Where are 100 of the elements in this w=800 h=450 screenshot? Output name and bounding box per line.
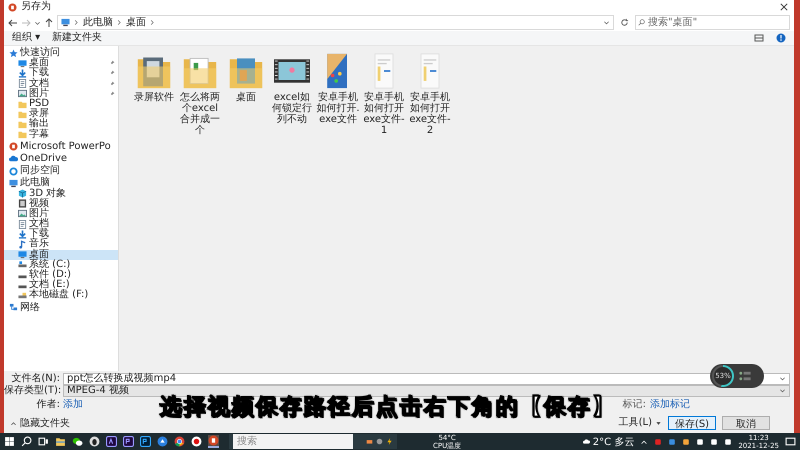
navigation-item[interactable]: 桌面 [4,250,118,260]
navigation-item[interactable]: 本地磁盘 (F:) [4,290,118,300]
view-options-icon[interactable] [754,33,764,43]
navigation-item[interactable]: 系统 (C:) [4,260,118,270]
computer-icon [61,18,70,27]
navigation-item[interactable]: 下载 [4,68,118,79]
sync-icon [9,166,18,176]
add-tag-link[interactable]: 添加标记 [650,397,690,411]
star-icon [9,48,18,58]
desktop-icon [18,250,27,260]
file-item[interactable]: 安卓手机如何打开exe文件-1 [361,52,407,136]
search-icon [638,19,645,26]
navigation-item[interactable]: 图片 [4,208,118,219]
navigation-item[interactable]: 字幕 [4,130,118,140]
cloud-icon [582,438,590,445]
drive-icon [18,260,27,270]
desktop-icon [18,58,27,68]
cloud-icon [9,154,18,164]
penguin-icon[interactable] [89,436,100,447]
record-icon[interactable] [191,436,202,447]
video-editor-icon[interactable] [123,436,134,447]
computer-icon [9,178,18,188]
field-label: 文件名(N): [10,373,61,384]
save-button[interactable]: 保存(S) [668,416,716,430]
file-item[interactable]: 怎么将两个excel合并成一个 [177,52,223,136]
lightning-icon [386,438,393,445]
tools-menu[interactable]: 工具(L) [618,417,662,429]
circle-icon [376,438,383,445]
file-item[interactable]: 安卓手机如何打开exe文件-2 [407,52,453,136]
folder-icon[interactable] [55,436,66,447]
caret-icon [655,420,662,426]
music-note-icon [18,240,27,249]
video-app-icon[interactable] [106,436,117,447]
navigation-item[interactable]: 网络 [4,302,118,313]
picture-icon [18,89,27,98]
taskbar-search-field[interactable]: 搜索 [233,434,353,449]
navigation-item[interactable]: 音乐 [4,239,118,250]
navigation-item[interactable]: 图片 [4,88,118,99]
file-item[interactable]: 安卓手机如何打开.exe文件 [315,52,361,125]
navigation-item[interactable]: Microsoft PowerPo [4,142,118,152]
navigation-item[interactable]: 文档 [4,78,118,89]
field-label: 保存类型(T): [4,385,62,396]
hide-folders-toggle[interactable]: 隐藏文件夹 [10,416,70,430]
breadcrumb-item[interactable]: 此电脑 [83,16,113,28]
navigation-item[interactable]: PSD [4,98,118,110]
navigation-item[interactable]: 3D 对象 [4,188,118,199]
picture-icon [18,209,27,218]
chat-bubbles-icon[interactable] [72,436,83,447]
download-arrow-icon [18,68,27,78]
navigation-item[interactable]: 输出 [4,119,118,130]
presentation-app-icon [8,2,17,12]
presentation-app-icon [9,142,18,152]
save-type-dropdown[interactable]: MPEG-4 视频 [63,384,790,396]
close-icon[interactable] [780,3,788,11]
image-editor-icon[interactable] [140,436,151,447]
field-label: 标记: [622,398,647,411]
task-view-icon[interactable] [38,436,49,447]
app-icon [366,438,373,445]
back-arrow-icon[interactable] [8,18,18,28]
app-icon[interactable] [157,436,168,447]
navigation-item[interactable]: 视频 [4,198,118,209]
up-arrow-icon[interactable] [44,18,54,28]
chevron-down-icon[interactable] [603,19,610,26]
weather-status[interactable]: 2°C 多云 [582,434,634,448]
address-field[interactable]: 此电脑 桌面 [57,15,614,30]
file-item[interactable]: excel如何锁定行列不动 [269,52,315,125]
pin-icon [109,60,115,66]
add-author-link[interactable]: 添加 [63,397,83,411]
navigation-item[interactable]: OneDrive [4,154,118,164]
film-icon [18,199,27,208]
network-icon [9,303,18,312]
browser-icon[interactable] [174,436,185,447]
network-speed-icon [738,369,752,383]
start-icon[interactable] [4,436,15,447]
download-arrow-icon [18,230,27,239]
field-label: 作者: [36,398,61,410]
breadcrumb-item[interactable]: 桌面 [126,16,146,28]
chevron-up-icon [10,420,17,426]
file-item[interactable]: 录屏软件 [131,52,177,103]
new-folder-button[interactable]: 新建文件夹 [52,32,102,44]
pin-icon [109,90,115,97]
window-title: 另存为 [21,1,51,13]
document-icon [18,79,27,88]
document-icon [18,220,27,229]
notification-icon[interactable] [785,436,796,447]
navigation-item[interactable]: 此电脑 [4,178,118,188]
file-item[interactable]: 桌面 [223,52,269,103]
navigation-item[interactable]: 同步空间 [4,166,118,176]
refresh-icon[interactable] [620,18,629,27]
chevron-right-icon [149,19,156,26]
chevron-right-icon [73,19,80,26]
presentation-app-icon[interactable] [208,435,219,448]
search-icon[interactable] [21,436,32,447]
pin-icon [109,70,115,76]
drive-icon [18,290,27,300]
chevron-right-icon [116,19,123,26]
organize-menu[interactable]: 组织 ▾ [12,32,40,44]
search-field[interactable]: 搜索"桌面" [635,15,790,30]
cancel-button[interactable]: 取消 [722,416,770,430]
video-subtitle: 选择视频保存路径后点击右下角的【保存】 [160,394,616,422]
